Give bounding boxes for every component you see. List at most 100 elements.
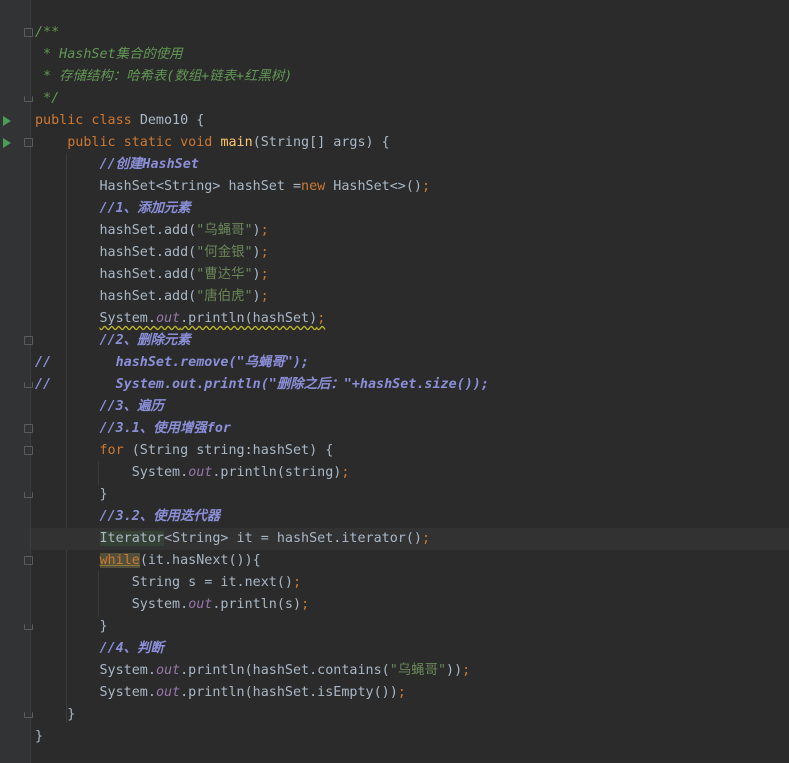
code-line-text: while(it.hasNext()){: [35, 550, 261, 572]
code-token: for: [99, 443, 132, 458]
code-line-text: System.out.println(hashSet.contains("乌蝇哥…: [35, 660, 470, 682]
code-token: System.: [35, 597, 189, 612]
code-line[interactable]: hashSet.add("唐伯虎");: [31, 286, 789, 308]
code-token: <String> it = hashSet.iterator(): [164, 531, 422, 546]
code-line-text: public class Demo10 {: [35, 110, 204, 132]
code-line-text: //3、遍历: [35, 396, 164, 418]
code-line-text: /**: [35, 22, 59, 44]
code-line[interactable]: hashSet.add("曹达华");: [31, 264, 789, 286]
fold-end-icon[interactable]: [24, 382, 33, 388]
fold-icon[interactable]: [24, 28, 33, 37]
code-line[interactable]: public static void main(String[] args) {: [31, 132, 789, 154]
code-token: hashSet.add(: [35, 289, 197, 304]
code-line[interactable]: HashSet<String> hashSet =new HashSet<>()…: [31, 176, 789, 198]
code-line-text: }: [35, 704, 75, 726]
code-token: ;: [292, 575, 302, 590]
code-line[interactable]: // System.out.println("删除之后："+hashSet.si…: [31, 374, 789, 396]
fold-end-icon[interactable]: [24, 624, 33, 630]
fold-icon[interactable]: [24, 446, 33, 455]
code-line-text: String s = it.next();: [35, 572, 301, 594]
fold-end-icon[interactable]: [24, 712, 33, 718]
code-token: hashSet.add(: [35, 245, 197, 260]
code-token: public class: [35, 113, 140, 128]
code-token: ;: [260, 245, 269, 260]
code-token: out: [155, 663, 181, 678]
code-line[interactable]: //4、判断: [31, 638, 789, 660]
code-token: String s = it.next(): [35, 575, 293, 590]
code-line[interactable]: // hashSet.remove("乌蝇哥");: [31, 352, 789, 374]
code-line[interactable]: while(it.hasNext()){: [31, 550, 789, 572]
code-line-text: public static void main(String[] args) {: [35, 132, 390, 154]
code-line[interactable]: }: [31, 726, 789, 748]
fold-icon[interactable]: [24, 424, 33, 433]
code-line[interactable]: */: [31, 88, 789, 110]
code-line[interactable]: * HashSet集合的使用: [31, 44, 789, 66]
fold-icon[interactable]: [24, 138, 33, 147]
code-line-text: // System.out.println("删除之后："+hashSet.si…: [35, 374, 489, 396]
code-line-text: //4、判断: [35, 638, 164, 660]
code-token: "乌蝇哥": [196, 223, 253, 238]
code-line[interactable]: public class Demo10 {: [31, 110, 789, 132]
code-line[interactable]: //创建HashSet: [31, 154, 789, 176]
code-token: .println(s): [212, 597, 302, 612]
code-line[interactable]: Iterator<String> it = hashSet.iterator()…: [31, 528, 789, 550]
code-line[interactable]: //3、遍历: [31, 396, 789, 418]
code-token: * 存储结构：哈希表(数组+链表+红黑树): [35, 69, 293, 84]
code-line-text: */: [35, 88, 59, 110]
code-line[interactable]: System.out.println(hashSet.isEmpty());: [31, 682, 789, 704]
code-token: out: [188, 597, 213, 612]
code-line[interactable]: System.out.println(hashSet);: [31, 308, 789, 330]
code-line[interactable]: for (String string:hashSet) {: [31, 440, 789, 462]
code-line-text: hashSet.add("曹达华");: [35, 264, 269, 286]
code-token: // System.out.println("删除之后："+hashSet.si…: [35, 377, 489, 392]
fold-icon[interactable]: [24, 556, 33, 565]
code-line[interactable]: System.out.println(string);: [31, 462, 789, 484]
code-token: hashSet.add(: [35, 223, 197, 238]
code-token: */: [35, 91, 60, 106]
code-token: out: [155, 311, 181, 326]
code-token: "曹达华": [196, 267, 253, 282]
code-token: new: [301, 179, 334, 194]
fold-end-icon[interactable]: [24, 492, 33, 498]
code-token: ): [252, 289, 261, 304]
code-line[interactable]: }: [31, 616, 789, 638]
code-token: Demo10 {: [139, 113, 205, 128]
run-icon[interactable]: [3, 116, 11, 126]
code-line[interactable]: }: [31, 704, 789, 726]
code-line[interactable]: //1、添加元素: [31, 198, 789, 220]
code-line[interactable]: hashSet.add("何金银");: [31, 242, 789, 264]
code-line[interactable]: /**: [31, 22, 789, 44]
code-line[interactable]: System.out.println(hashSet.contains("乌蝇哥…: [31, 660, 789, 682]
code-line[interactable]: * 存储结构：哈希表(数组+链表+红黑树): [31, 66, 789, 88]
code-line[interactable]: //3.1、使用增强for: [31, 418, 789, 440]
code-line-text: System.out.println(s);: [35, 594, 309, 616]
code-line[interactable]: //2、删除元素: [31, 330, 789, 352]
code-line-text: }: [35, 616, 108, 638]
code-line[interactable]: System.out.println(s);: [31, 594, 789, 616]
fold-end-icon[interactable]: [24, 96, 33, 102]
code-line-text: }: [35, 484, 107, 506]
code-token: public static void: [67, 135, 221, 150]
code-line[interactable]: hashSet.add("乌蝇哥");: [31, 220, 789, 242]
code-line[interactable]: }: [31, 484, 789, 506]
code-token: (it.hasNext()){: [139, 553, 261, 568]
run-icon[interactable]: [3, 138, 11, 148]
code-line-text: }: [35, 726, 43, 748]
code-token: while: [99, 553, 140, 568]
code-line-text: //1、添加元素: [35, 198, 191, 220]
code-editor[interactable]: /** * HashSet集合的使用 * 存储结构：哈希表(数组+链表+红黑树)…: [31, 0, 789, 763]
code-line[interactable]: String s = it.next();: [31, 572, 789, 594]
code-line-text: //2、删除元素: [35, 330, 191, 352]
code-token: }: [35, 619, 108, 634]
code-token: ;: [260, 267, 269, 282]
code-token: ;: [317, 311, 326, 326]
fold-icon[interactable]: [24, 336, 33, 345]
code-line[interactable]: //3.2、使用迭代器: [31, 506, 789, 528]
